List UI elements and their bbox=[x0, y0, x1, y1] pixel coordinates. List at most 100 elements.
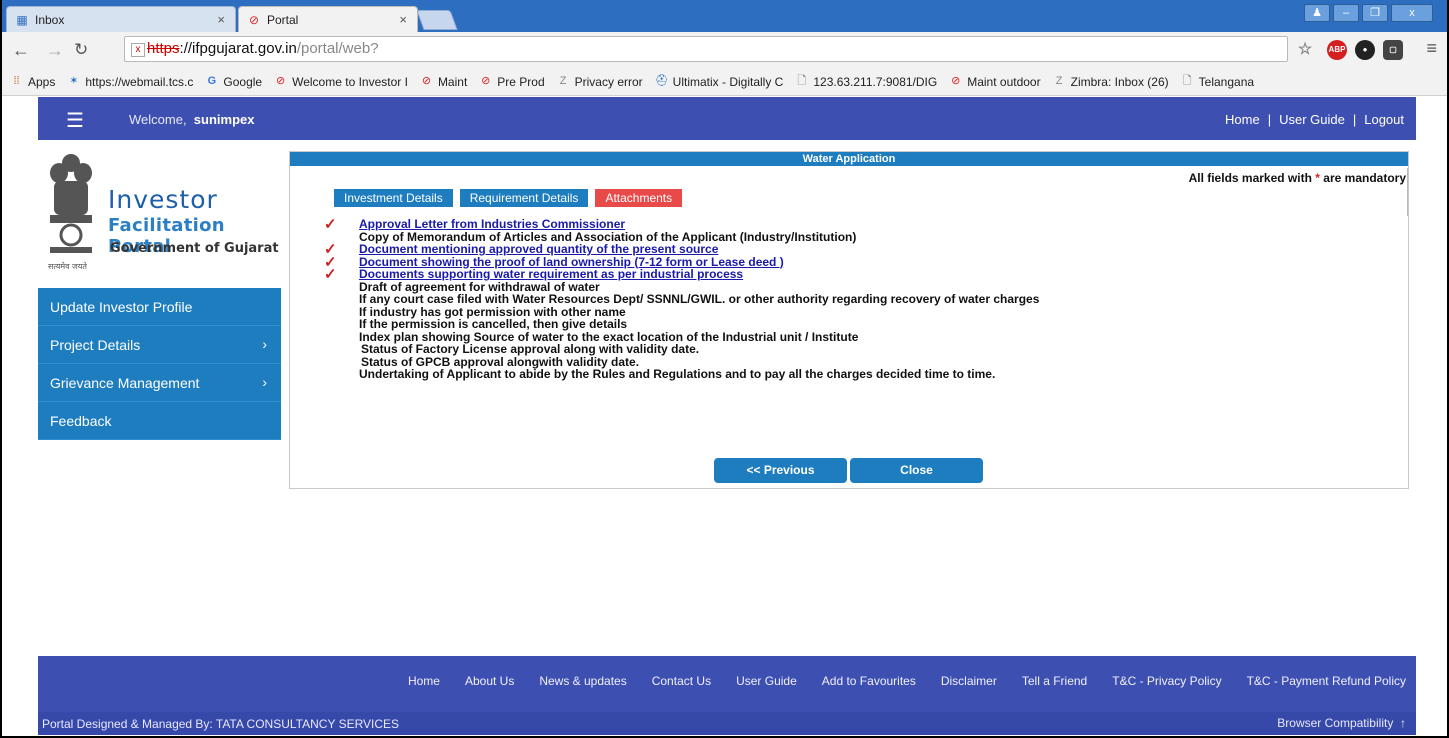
footer-disclaimer-link[interactable]: Disclaimer bbox=[941, 674, 997, 688]
sidebar-item-feedback[interactable]: Feedback bbox=[38, 402, 281, 440]
close-tab-icon[interactable]: × bbox=[399, 12, 407, 27]
welcome-text: Welcome, sunimpex bbox=[129, 112, 254, 127]
logo-title: Investor bbox=[108, 185, 218, 214]
bookmark-label: Maint bbox=[437, 74, 468, 89]
chrome-menu-icon[interactable]: ≡ bbox=[1426, 38, 1437, 59]
extension-circle-icon[interactable]: ● bbox=[1355, 40, 1375, 60]
footer-about-link[interactable]: About Us bbox=[465, 674, 514, 688]
sidebar-item-label: Grievance Management bbox=[50, 375, 200, 391]
logo-government: Government of Gujarat bbox=[110, 241, 279, 256]
zimbra-icon: Z bbox=[1055, 75, 1063, 87]
bookmark-label: Pre Prod bbox=[497, 74, 545, 89]
sidebar-item-update-profile[interactable]: Update Investor Profile bbox=[38, 288, 281, 326]
mail-icon: ▦ bbox=[16, 13, 28, 27]
new-tab-button[interactable] bbox=[416, 10, 458, 30]
footer-home-link[interactable]: Home bbox=[408, 674, 440, 688]
sidebar-item-grievance[interactable]: Grievance Management › bbox=[38, 364, 281, 402]
bookmark-label: Welcome to Investor I bbox=[292, 74, 408, 89]
bookmark-item[interactable]: Z Zimbra: Inbox (26) bbox=[1053, 75, 1169, 89]
extension-square-icon[interactable]: ▢ bbox=[1383, 40, 1403, 60]
bookmark-item[interactable]: ⁞⁞ Apps bbox=[10, 75, 55, 89]
bookmark-item[interactable]: ⊘ Maint bbox=[420, 75, 467, 89]
previous-button[interactable]: << Previous bbox=[714, 458, 847, 483]
footer-favourites-link[interactable]: Add to Favourites bbox=[822, 674, 916, 688]
bookmark-label: Apps bbox=[28, 74, 56, 89]
browser-window: ▦ Inbox × ⊘ Portal × ♟ – ❐ x ← → ↻ x http… bbox=[0, 0, 1449, 738]
portal-icon: ⊘ bbox=[248, 13, 260, 27]
sidebar-item-project-details[interactable]: Project Details › bbox=[38, 326, 281, 364]
link-separator: | bbox=[1267, 112, 1272, 127]
url-scheme: https bbox=[147, 40, 180, 57]
document-label: Undertaking of Applicant to abide by the… bbox=[359, 367, 996, 381]
star-bookmark-icon[interactable]: ☆ bbox=[1295, 40, 1315, 60]
browser-compatibility-link[interactable]: Browser Compatibility ↑ bbox=[1277, 716, 1406, 730]
attachment-list: ✓ Approval Letter from Industries Commiss… bbox=[310, 217, 1039, 381]
url-input[interactable]: x https://ifpgujarat.gov.in/portal/web? bbox=[124, 36, 1288, 62]
top-links: Home | User Guide | Logout bbox=[1225, 112, 1404, 127]
logout-link[interactable]: Logout bbox=[1364, 112, 1404, 127]
close-button[interactable]: Close bbox=[850, 458, 983, 483]
bookmark-item[interactable]: ✶ https://webmail.tcs.c bbox=[67, 75, 193, 89]
browser-tab-inbox[interactable]: ▦ Inbox × bbox=[6, 6, 236, 33]
scrollbar[interactable] bbox=[1407, 168, 1408, 216]
list-item: Undertaking of Applicant to abide by the… bbox=[310, 368, 1039, 381]
reload-icon[interactable]: ↻ bbox=[74, 40, 88, 60]
welcome-prefix: Welcome, bbox=[129, 112, 187, 127]
browser-tab-title: Inbox bbox=[35, 13, 65, 27]
panel-buttons: << Previous Close bbox=[714, 458, 983, 483]
browser-tab-title: Portal bbox=[267, 13, 299, 27]
insecure-lock-icon: x bbox=[131, 43, 145, 57]
bookmark-item[interactable]: ⊘ Maint outdoor bbox=[949, 75, 1041, 89]
footer-user-guide-link[interactable]: User Guide bbox=[736, 674, 797, 688]
username: sunimpex bbox=[193, 112, 255, 127]
minimize-button[interactable]: – bbox=[1333, 4, 1359, 22]
page-icon: 🗋 bbox=[797, 75, 807, 87]
portal-icon: ⊘ bbox=[276, 75, 286, 87]
footer-refund-link[interactable]: T&C - Payment Refund Policy bbox=[1247, 674, 1406, 688]
scroll-top-arrow-icon[interactable]: ↑ bbox=[1400, 716, 1406, 730]
back-arrow-icon[interactable]: ← bbox=[12, 40, 30, 61]
maximize-button[interactable]: ❐ bbox=[1362, 4, 1388, 22]
portal-icon: ⊘ bbox=[951, 75, 961, 87]
profile-icon[interactable]: ♟ bbox=[1304, 4, 1330, 22]
bookmark-label: Telangana bbox=[1198, 74, 1255, 89]
bottom-bar: Portal Designed & Managed By: TATA CONSU… bbox=[38, 712, 1416, 735]
footer-links: Home About Us News & updates Contact Us … bbox=[383, 674, 1406, 688]
bookmark-item[interactable]: ⊘ Pre Prod bbox=[479, 75, 544, 89]
adblock-icon[interactable]: ABP bbox=[1327, 40, 1347, 60]
footer-tell-friend-link[interactable]: Tell a Friend bbox=[1022, 674, 1087, 688]
footer-privacy-link[interactable]: T&C - Privacy Policy bbox=[1112, 674, 1221, 688]
hamburger-menu-icon[interactable]: ☰ bbox=[66, 108, 84, 133]
footer: Home About Us News & updates Contact Us … bbox=[38, 656, 1416, 712]
panel-title: Water Application bbox=[290, 152, 1408, 166]
mandatory-note: All fields marked with * are mandatory bbox=[1189, 171, 1406, 185]
home-link[interactable]: Home bbox=[1225, 112, 1260, 127]
close-window-button[interactable]: x bbox=[1391, 4, 1433, 22]
chevron-right-icon: › bbox=[262, 336, 267, 352]
browser-tab-portal[interactable]: ⊘ Portal × bbox=[238, 6, 418, 33]
close-tab-icon[interactable]: × bbox=[217, 12, 225, 27]
apps-grid-icon: ⁞⁞ bbox=[13, 75, 20, 87]
portal-icon: ⊘ bbox=[481, 75, 491, 87]
url-path: /portal/web? bbox=[296, 40, 379, 57]
forward-arrow-icon[interactable]: → bbox=[46, 40, 64, 61]
user-guide-link[interactable]: User Guide bbox=[1279, 112, 1345, 127]
bookmark-label: Google bbox=[223, 74, 263, 89]
tab-investment-details[interactable]: Investment Details bbox=[334, 189, 453, 207]
footer-contact-link[interactable]: Contact Us bbox=[652, 674, 711, 688]
bookmark-item[interactable]: Z Privacy error bbox=[557, 75, 643, 89]
sidebar: Update Investor Profile Project Details ›… bbox=[38, 288, 281, 440]
bookmark-item[interactable]: 🗋 Telangana bbox=[1181, 75, 1254, 89]
portal-icon: ⊘ bbox=[421, 75, 432, 87]
address-bar-row: ← → ↻ x https://ifpgujarat.gov.in/portal/… bbox=[2, 32, 1447, 68]
tab-requirement-details[interactable]: Requirement Details bbox=[459, 189, 589, 207]
ultimatix-icon: ⛑ bbox=[654, 75, 669, 87]
bookmark-item[interactable]: ⛑ Ultimatix - Digitally C bbox=[655, 75, 784, 89]
google-icon: G bbox=[207, 75, 217, 87]
window-controls: ♟ – ❐ x bbox=[1304, 4, 1433, 22]
footer-news-link[interactable]: News & updates bbox=[539, 674, 626, 688]
tab-attachments[interactable]: Attachments bbox=[595, 189, 683, 207]
bookmark-item[interactable]: G Google bbox=[205, 75, 262, 89]
bookmark-item[interactable]: 🗋 123.63.211.7:9081/DIG bbox=[795, 75, 937, 89]
bookmark-item[interactable]: ⊘ Welcome to Investor I bbox=[274, 75, 408, 89]
